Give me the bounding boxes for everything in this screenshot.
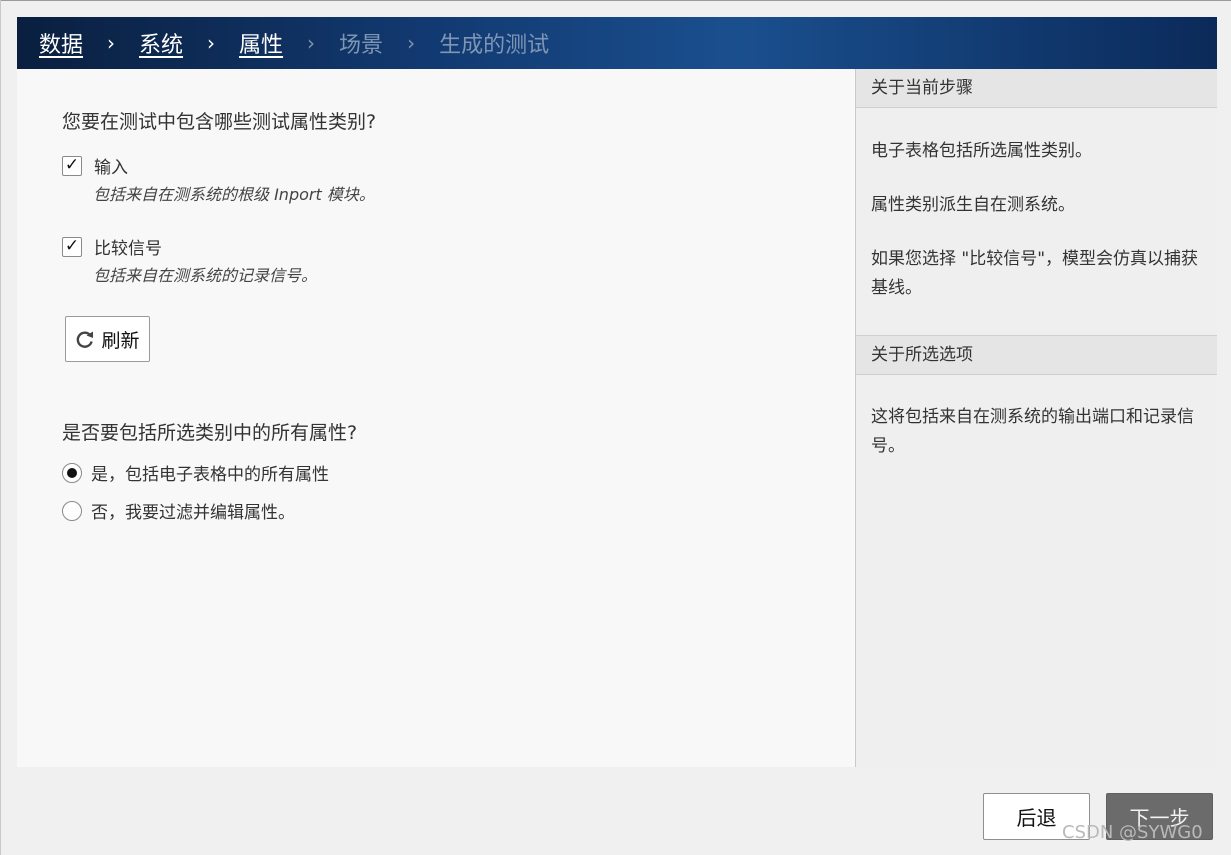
compare-signals-checkbox[interactable]: ✓ bbox=[62, 236, 82, 257]
inputs-description: 包括来自在测系统的根级 Inport 模块。 bbox=[93, 185, 375, 204]
help-panel: 关于当前步骤 电子表格包括所选属性类别。 属性类别派生自在测系统。 如果您选择 … bbox=[855, 69, 1217, 767]
breadcrumb-step-data[interactable]: 数据 bbox=[39, 27, 83, 59]
inputs-checkbox[interactable]: ✓ bbox=[62, 155, 82, 176]
breadcrumb-step-generated-tests: 生成的测试 bbox=[439, 33, 550, 58]
breadcrumb-step-properties[interactable]: 属性 bbox=[239, 27, 283, 59]
inputs-checkbox-label[interactable]: 输入 bbox=[94, 153, 128, 178]
refresh-button-label: 刷新 bbox=[101, 329, 140, 352]
radio-selected-dot bbox=[67, 467, 77, 478]
category-question: 您要在测试中包含哪些测试属性类别? bbox=[62, 111, 377, 133]
refresh-icon bbox=[77, 331, 94, 348]
selected-option-header: 关于所选选项 bbox=[856, 336, 1217, 375]
breadcrumb-step-system[interactable]: 系统 bbox=[139, 27, 183, 59]
current-step-header: 关于当前步骤 bbox=[856, 69, 1217, 108]
main-panel: 您要在测试中包含哪些测试属性类别? ✓ 输入 包括来自在测系统的根级 Inpor… bbox=[17, 69, 855, 767]
breadcrumb-separator: › bbox=[107, 31, 116, 55]
watermark-text: CSDN @SYWG0 bbox=[1062, 822, 1203, 843]
option-compare-signals[interactable]: ✓ 比较信号 bbox=[62, 234, 162, 259]
wizard-breadcrumb: 数据 › 系统 › 属性 › 场景 › 生成的测试 bbox=[17, 17, 1217, 69]
include-all-question: 是否要包括所选类别中的所有属性? bbox=[62, 422, 358, 444]
window-top-border bbox=[0, 0, 1231, 1]
option-inputs[interactable]: ✓ 输入 bbox=[62, 153, 128, 178]
breadcrumb-separator: › bbox=[307, 31, 316, 55]
help-paragraph-2: 属性类别派生自在测系统。 bbox=[871, 195, 1075, 215]
refresh-button[interactable]: 刷新 bbox=[65, 316, 150, 362]
compare-signals-description: 包括来自在测系统的记录信号。 bbox=[93, 266, 318, 285]
breadcrumb-separator: › bbox=[407, 31, 416, 55]
filter-edit-radio-label[interactable]: 否，我要过滤并编辑属性。 bbox=[91, 498, 295, 523]
help-paragraph-1: 电子表格包括所选属性类别。 bbox=[871, 141, 1092, 161]
breadcrumb-step-scenarios: 场景 bbox=[339, 33, 384, 58]
filter-edit-radio[interactable] bbox=[62, 500, 82, 521]
window-left-border bbox=[0, 0, 1, 855]
radio-include-all[interactable]: 是，包括电子表格中的所有属性 bbox=[62, 460, 329, 485]
compare-signals-checkbox-label[interactable]: 比较信号 bbox=[94, 234, 162, 259]
include-all-radio-label[interactable]: 是，包括电子表格中的所有属性 bbox=[91, 460, 329, 485]
radio-filter-edit[interactable]: 否，我要过滤并编辑属性。 bbox=[62, 498, 295, 523]
breadcrumb-separator: › bbox=[207, 31, 216, 55]
help-paragraph-3: 如果您选择 "比较信号"，模型会仿真以捕获基线。 bbox=[871, 249, 1199, 298]
selected-option-text: 这将包括来自在测系统的输出端口和记录信号。 bbox=[871, 407, 1194, 456]
include-all-radio[interactable] bbox=[62, 462, 82, 483]
